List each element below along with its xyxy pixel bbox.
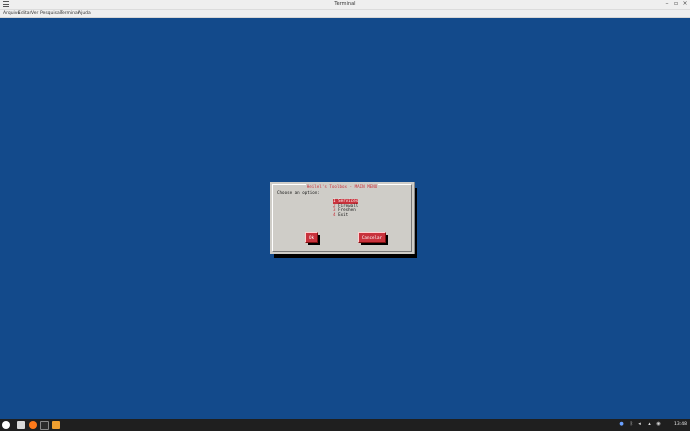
- menu-option-exit[interactable]: 4 Exit: [333, 212, 358, 218]
- minimize-icon[interactable]: –: [664, 1, 670, 7]
- dialog-frame: Heilel's Toolbox - MAIN MENU Choose an o…: [272, 184, 412, 252]
- firefox-icon[interactable]: [29, 421, 37, 429]
- main-menu-dialog: Heilel's Toolbox - MAIN MENU Choose an o…: [270, 182, 415, 254]
- dialog-title: Heilel's Toolbox - MAIN MENU: [305, 184, 379, 189]
- title-bar: Terminal – ▫ ×: [0, 0, 690, 10]
- menu-bar: Arquivo Editar Ver Pesquisar Terminal Aj…: [0, 10, 690, 18]
- menu-options: 1 Services 2 Firewall 3 Freshen 4 Exit: [333, 198, 359, 218]
- window-title: Terminal: [334, 1, 356, 7]
- update-icon[interactable]: ●: [619, 422, 624, 427]
- menu-pesquisar[interactable]: Pesquisar: [40, 11, 62, 16]
- taskbar: ● ᛒ ◂ ▴ ◉ 13:48: [0, 419, 690, 431]
- volume-icon[interactable]: ◂: [637, 422, 642, 427]
- maximize-icon[interactable]: ▫: [673, 1, 679, 7]
- menu-ver[interactable]: Ver: [31, 11, 38, 16]
- notification-icon[interactable]: ◉: [656, 422, 661, 427]
- menu-terminal[interactable]: Terminal: [60, 11, 79, 16]
- bluetooth-icon[interactable]: ᛒ: [629, 422, 634, 427]
- clock[interactable]: 13:48: [674, 422, 687, 427]
- terminal-icon[interactable]: [40, 421, 49, 430]
- ok-button[interactable]: Ok: [305, 232, 318, 243]
- menu-editar[interactable]: Editar: [18, 11, 31, 16]
- close-icon[interactable]: ×: [682, 1, 688, 7]
- sublime-icon[interactable]: [52, 421, 60, 429]
- files-icon[interactable]: [17, 421, 25, 429]
- wifi-icon[interactable]: ▴: [647, 422, 652, 427]
- start-menu-icon[interactable]: [2, 421, 10, 429]
- cancel-button[interactable]: Cancelar: [358, 232, 386, 243]
- menu-ajuda[interactable]: Ajuda: [78, 11, 91, 16]
- dialog-prompt: Choose an option:: [277, 190, 320, 195]
